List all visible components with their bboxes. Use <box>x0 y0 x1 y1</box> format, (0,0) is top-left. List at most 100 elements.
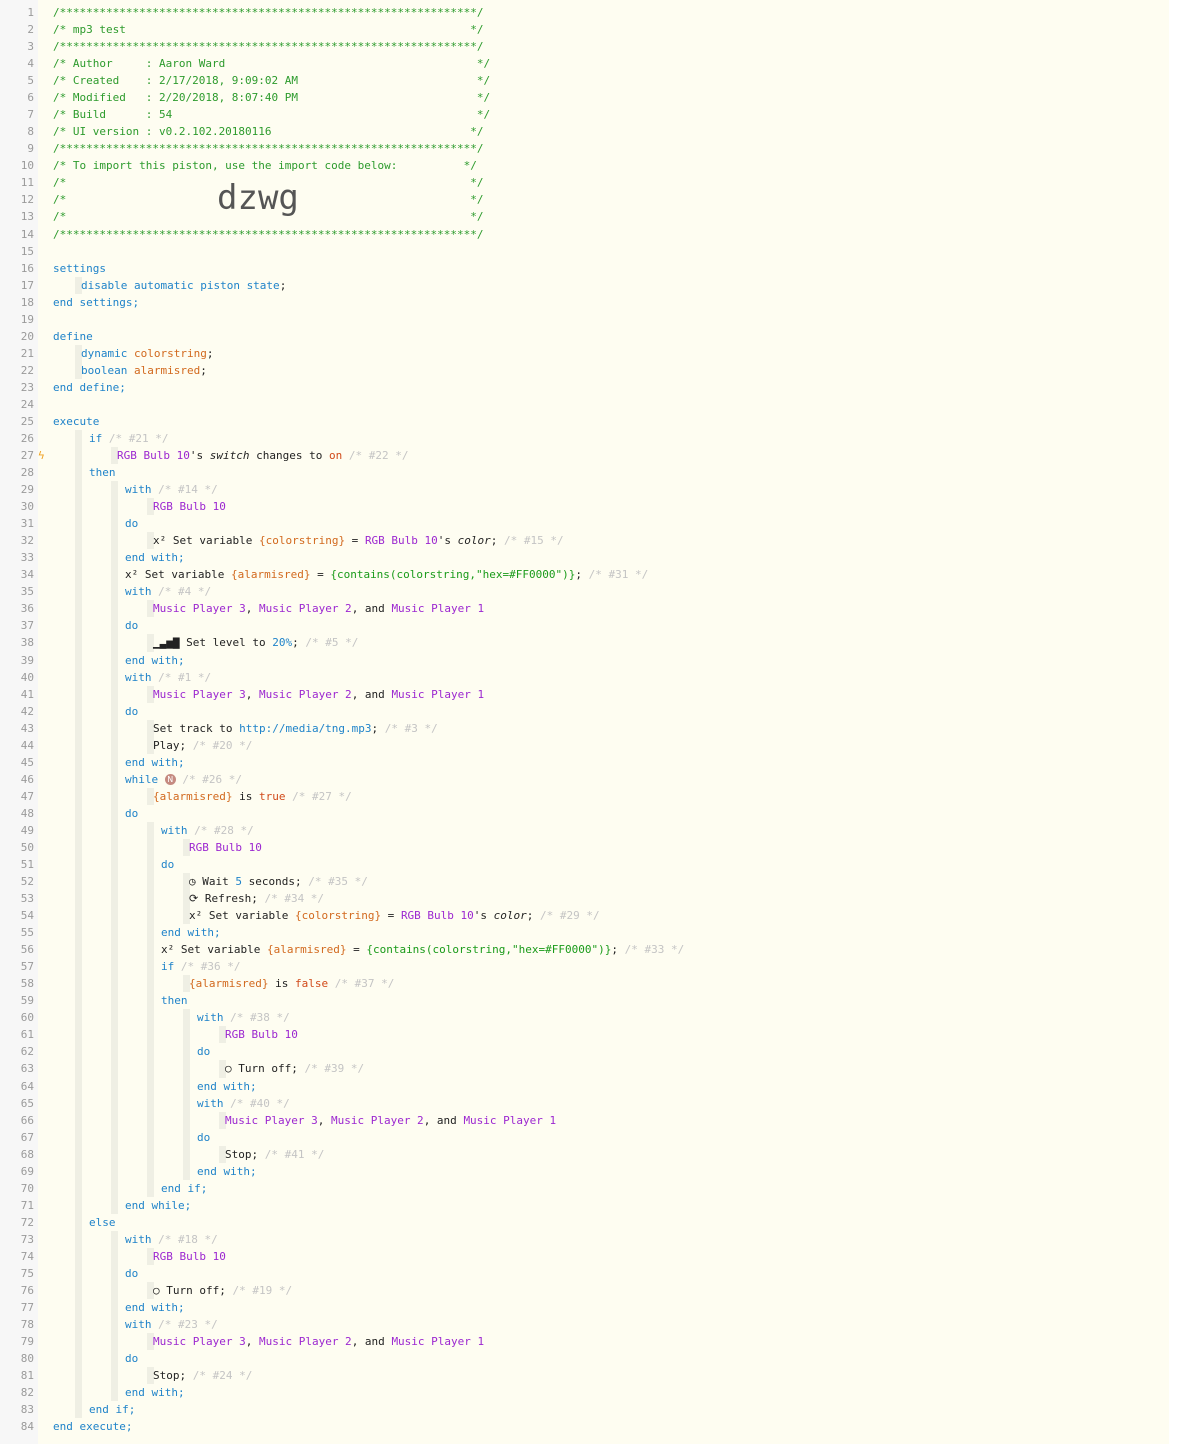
code-token: 's <box>437 534 458 548</box>
line-number: 45 <box>20 755 34 769</box>
code-line: 12/* */ <box>0 191 1169 208</box>
device-link[interactable]: RGB Bulb 10 <box>117 449 190 462</box>
device-link[interactable]: Music Player 1 <box>391 1335 484 1348</box>
code-line: 44 Play; /* #20 */ <box>0 736 1169 754</box>
device-link[interactable]: Music Player 3 <box>225 1114 318 1127</box>
indent-guide <box>75 549 82 567</box>
code-line: 13/* */ <box>0 208 1169 225</box>
indent-guide <box>111 856 118 874</box>
indent-guide <box>111 1196 118 1214</box>
code-text: RGB Bulb 10 <box>225 1026 298 1043</box>
indent-guide <box>111 1299 118 1317</box>
keyword-token: while <box>125 772 165 786</box>
line-number: 17 <box>20 278 34 292</box>
indent-guide <box>111 924 118 942</box>
device-link[interactable]: Music Player 2 <box>259 1335 352 1348</box>
code-token: ; <box>292 636 306 650</box>
indent-guide <box>111 975 118 993</box>
device-link[interactable]: RGB Bulb 10 <box>365 534 438 547</box>
keyword-token: do <box>197 1045 211 1059</box>
loop-badge-icon: N <box>164 773 176 785</box>
keyword-token: end with; <box>125 755 185 769</box>
device-link[interactable]: Music Player 1 <box>391 688 484 701</box>
indent-guide <box>75 515 82 533</box>
code-line: 73 with /* #18 */ <box>0 1230 1169 1248</box>
device-link[interactable]: RGB Bulb 10 <box>401 909 474 922</box>
indent-guide <box>75 1367 82 1385</box>
device-link[interactable]: Music Player 1 <box>391 602 484 615</box>
device-link[interactable]: Music Player 2 <box>331 1114 424 1127</box>
code-text: dynamic colorstring; <box>81 345 213 362</box>
code-line: 27 ϟ RGB Bulb 10's switch changes to on /*… <box>0 447 1169 465</box>
device-link[interactable]: Music Player 3 <box>153 1335 246 1348</box>
code-token: /***************************************… <box>53 40 484 54</box>
device-link[interactable]: Music Player 2 <box>259 602 352 615</box>
indent-guide <box>147 1043 154 1061</box>
line-number: 9 <box>27 142 34 156</box>
device-link[interactable]: Music Player 3 <box>153 688 246 701</box>
code-text: /***************************************… <box>53 4 483 21</box>
indent-guide <box>111 941 118 959</box>
line-number: 54 <box>20 909 34 923</box>
statement-id-comment: /* #41 */ <box>264 1147 325 1161</box>
indent-guide <box>75 1384 82 1402</box>
indent-guide <box>75 634 82 652</box>
code-line: 66 Music Player 3, Music Player 2, and Mu… <box>0 1111 1169 1129</box>
code-text: Set track to http://media/tng.mp3; /* #3… <box>153 720 438 737</box>
device-link[interactable]: Music Player 1 <box>463 1114 556 1127</box>
variable-token: {alarmisred} <box>230 568 311 582</box>
code-line: 49 with /* #28 */ <box>0 821 1169 839</box>
line-number: 4 <box>27 57 34 71</box>
device-link[interactable]: Music Player 2 <box>259 688 352 701</box>
code-token: Set track to <box>153 721 240 735</box>
device-link[interactable]: RGB Bulb 10 <box>153 500 226 513</box>
keyword-token: with <box>197 1011 231 1025</box>
keyword-token: with <box>125 670 159 684</box>
code-token: /***************************************… <box>53 142 484 156</box>
indent-guide <box>111 1264 118 1282</box>
code-text: x² Set variable {colorstring} = RGB Bulb… <box>153 532 564 549</box>
indent-guide <box>75 753 82 771</box>
indent-guide <box>75 992 82 1010</box>
device-link[interactable]: Music Player 3 <box>153 602 246 615</box>
keyword-token: do <box>125 1266 139 1280</box>
code-line: 6 /* Modified : 2/20/2018, 8:07:40 PM */ <box>0 89 1169 106</box>
line-number: 71 <box>20 1198 34 1212</box>
device-link[interactable]: RGB Bulb 10 <box>153 1250 226 1263</box>
indent-guide <box>147 1026 154 1044</box>
indent-guide <box>183 1111 190 1129</box>
code-text: with /* #14 */ <box>125 481 218 498</box>
code-line: 19 <box>0 311 1169 328</box>
statement-id-comment: /* #27 */ <box>292 789 352 803</box>
code-token: ◷ Wait <box>189 875 236 889</box>
indent-guide <box>75 1162 82 1180</box>
code-token: 's <box>189 449 210 463</box>
code-token: {contains(colorstring,"hex=#FF0000")} <box>366 943 612 957</box>
code-text: /***************************************… <box>53 226 483 243</box>
code-text: while N /* #26 */ <box>125 771 242 788</box>
code-token: /***************************************… <box>53 6 484 19</box>
line-number: 26 <box>20 432 34 445</box>
indent-guide <box>147 992 154 1010</box>
indent-guide <box>111 992 118 1010</box>
device-link[interactable]: RGB Bulb 10 <box>225 1028 298 1041</box>
indent-guide <box>75 702 82 720</box>
indent-guide <box>111 617 118 635</box>
indent-guide <box>75 941 82 959</box>
code-line: 7 /* Build : 54 */ <box>0 106 1169 123</box>
code-token: = <box>345 534 365 548</box>
indent-guide <box>183 1077 190 1095</box>
code-token: ; <box>490 534 505 548</box>
indent-guide <box>111 804 118 822</box>
line-number: 12 <box>20 193 34 207</box>
device-link[interactable]: RGB Bulb 10 <box>189 841 262 854</box>
keyword-token: end if; <box>161 1181 208 1195</box>
code-token: {contains(colorstring,"hex=#FF0000")} <box>330 568 576 582</box>
indent-guide <box>111 1077 118 1095</box>
indent-guide <box>75 1077 82 1095</box>
code-text: end with; <box>125 754 185 771</box>
indent-guide <box>75 1230 82 1248</box>
code-token: is <box>232 789 259 803</box>
indent-guide <box>111 1333 118 1351</box>
code-line: 84 end execute; <box>0 1418 1169 1435</box>
